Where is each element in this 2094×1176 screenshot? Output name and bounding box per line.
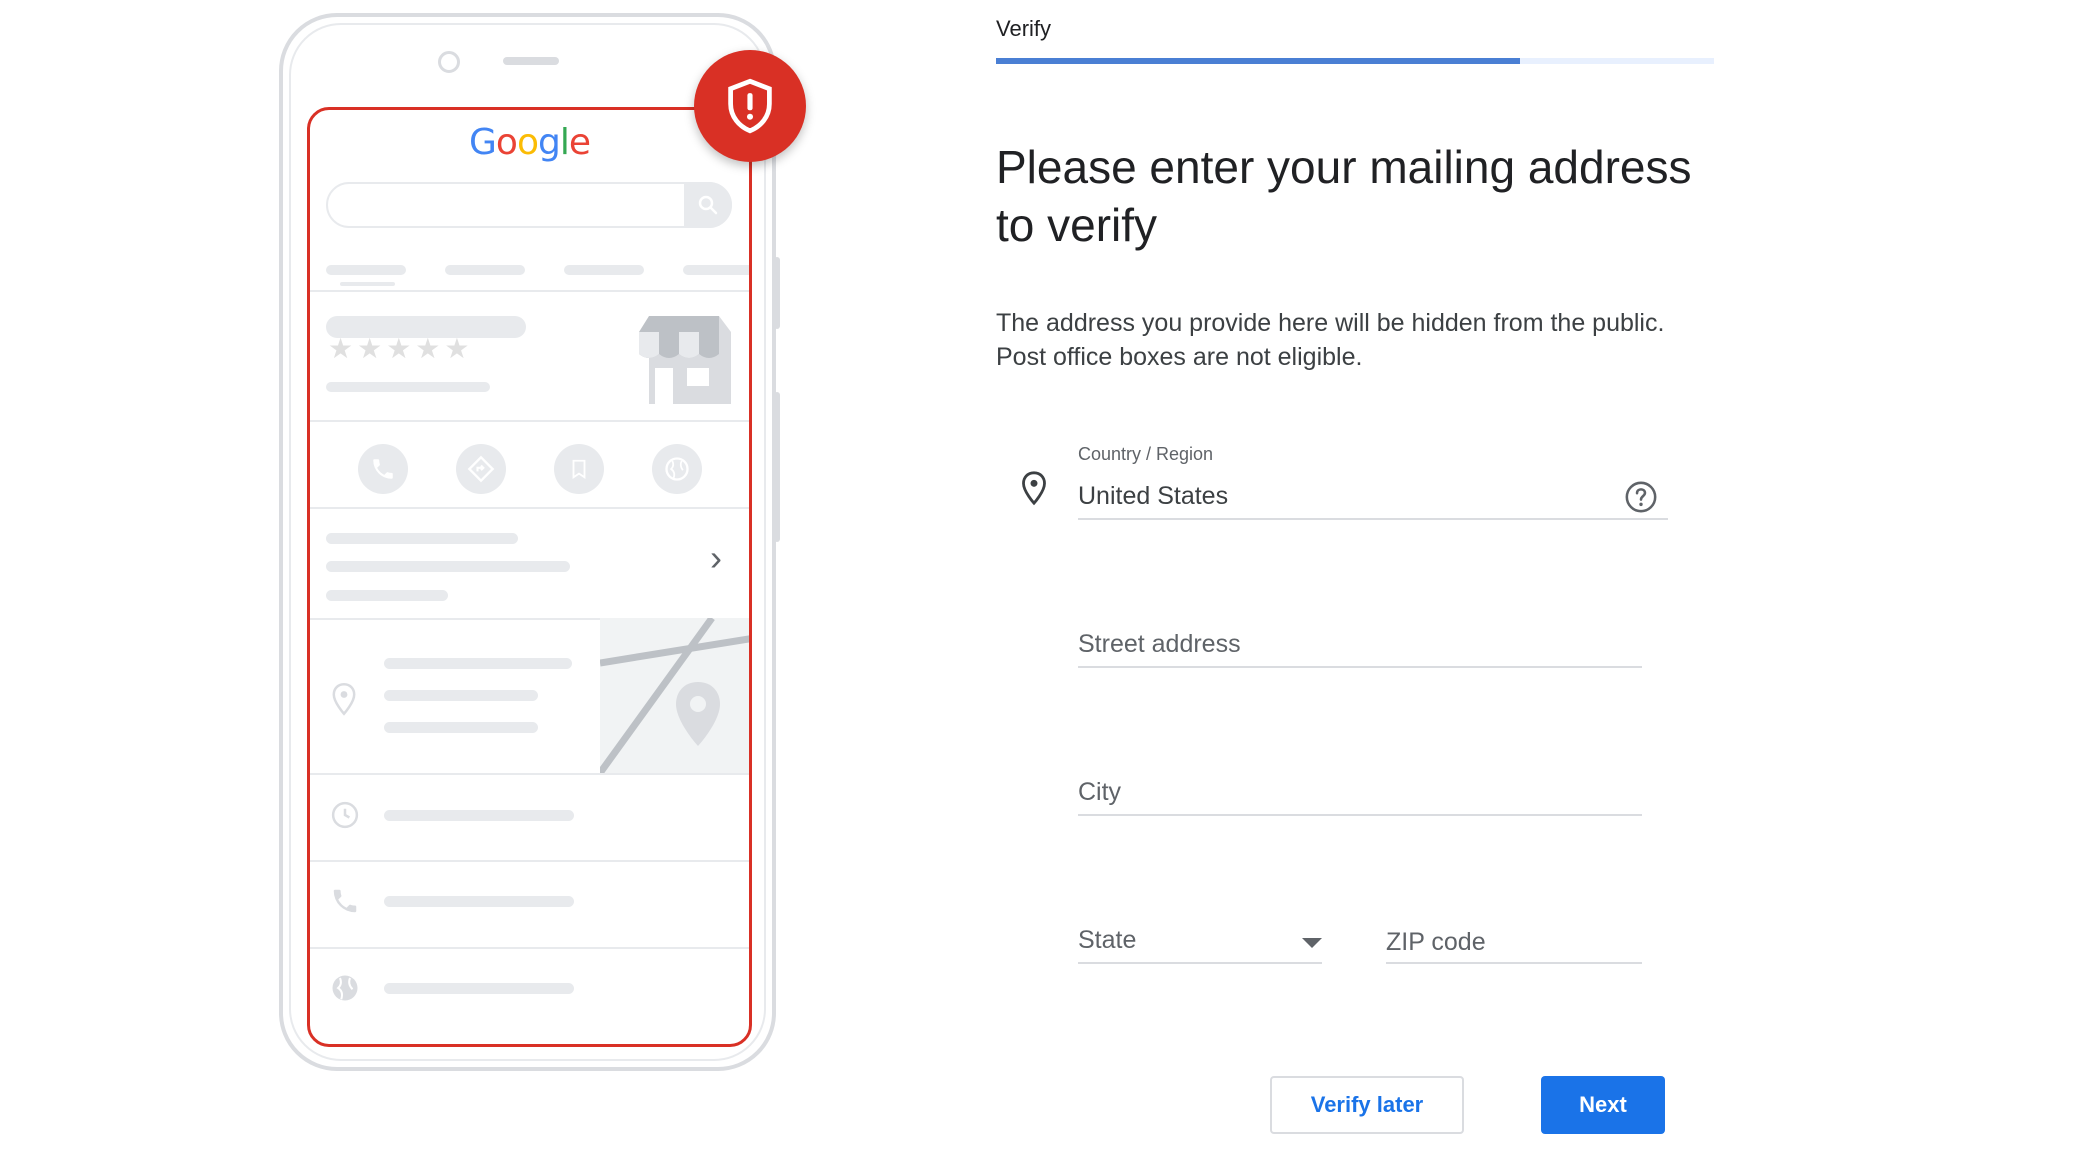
progress-fill xyxy=(996,58,1521,64)
divider xyxy=(310,947,749,949)
street-address-placeholder: Street address xyxy=(1078,630,1241,658)
dropdown-arrow-icon xyxy=(1302,938,1322,948)
location-pin-icon xyxy=(1022,471,1046,506)
logo-letter: o xyxy=(516,122,539,163)
phone-icon xyxy=(358,444,408,494)
divider xyxy=(310,290,749,292)
zip-code-placeholder: ZIP code xyxy=(1386,928,1486,956)
country-label: Country / Region xyxy=(1078,444,1214,464)
google-logo: Google xyxy=(310,122,749,163)
city-placeholder: City xyxy=(1078,778,1122,806)
country-underline xyxy=(1078,518,1668,520)
city-input[interactable]: City xyxy=(1078,772,1642,816)
globe-icon xyxy=(332,975,358,1001)
location-pin-icon xyxy=(332,683,356,716)
city-underline xyxy=(1078,814,1642,816)
placeholder-bar xyxy=(384,810,574,821)
placeholder-bar xyxy=(564,265,644,275)
placeholder-bar xyxy=(326,590,448,601)
phone-speaker xyxy=(503,57,559,65)
zip-code-underline xyxy=(1386,962,1642,964)
country-value: United States xyxy=(1078,482,1229,510)
phone-side-button xyxy=(774,257,780,329)
placeholder-bar xyxy=(326,561,570,572)
placeholder-bar xyxy=(326,265,406,275)
phone-illustration: Google ★★★★★ › xyxy=(279,13,780,1071)
logo-letter: e xyxy=(568,122,591,163)
page-title: Please enter your mailing address to ver… xyxy=(996,141,1692,251)
street-address-underline xyxy=(1078,666,1642,668)
help-icon[interactable] xyxy=(1624,480,1658,514)
divider xyxy=(310,420,749,422)
logo-letter: G xyxy=(469,122,497,163)
phone-side-button xyxy=(774,392,780,542)
logo-letter: l xyxy=(559,122,570,163)
placeholder-bar xyxy=(384,896,574,907)
rating-stars: ★★★★★ xyxy=(328,333,474,364)
search-icon xyxy=(684,182,732,228)
state-underline xyxy=(1078,962,1322,964)
mock-search-bar xyxy=(326,182,732,228)
storefront-icon xyxy=(639,316,731,404)
placeholder-bar xyxy=(326,533,518,544)
logo-letter: g xyxy=(537,122,561,163)
globe-icon xyxy=(652,444,702,494)
placeholder-bar xyxy=(340,282,395,286)
phone-icon xyxy=(333,889,357,913)
divider xyxy=(310,507,749,509)
placeholder-bar xyxy=(326,382,490,392)
phone-camera xyxy=(438,51,460,73)
placeholder-bar xyxy=(384,658,572,669)
placeholder-bar xyxy=(384,690,538,701)
directions-icon xyxy=(456,444,506,494)
progress-bar xyxy=(996,58,1714,64)
next-button[interactable]: Next xyxy=(1541,1076,1665,1134)
placeholder-bar xyxy=(683,265,749,275)
state-placeholder: State xyxy=(1078,926,1137,954)
bookmark-icon xyxy=(554,444,604,494)
verify-later-button[interactable]: Verify later xyxy=(1270,1076,1464,1134)
zip-code-input[interactable]: ZIP code xyxy=(1386,920,1642,964)
street-address-input[interactable]: Street address xyxy=(1078,624,1642,668)
clock-icon xyxy=(331,801,359,829)
divider xyxy=(310,860,749,862)
map-thumbnail xyxy=(600,618,749,773)
state-select[interactable]: State xyxy=(1078,920,1322,964)
placeholder-bar xyxy=(445,265,525,275)
page-description: The address you provide here will be hid… xyxy=(996,309,1665,371)
logo-letter: o xyxy=(495,122,518,163)
divider xyxy=(310,773,749,775)
security-shield-icon xyxy=(694,50,806,162)
placeholder-bar xyxy=(384,722,538,733)
phone-screen: Google ★★★★★ › xyxy=(307,107,752,1047)
chevron-right-icon: › xyxy=(710,537,722,578)
step-label: Verify xyxy=(996,16,1052,41)
placeholder-bar xyxy=(384,983,574,994)
country-select[interactable]: United States xyxy=(1078,478,1668,518)
